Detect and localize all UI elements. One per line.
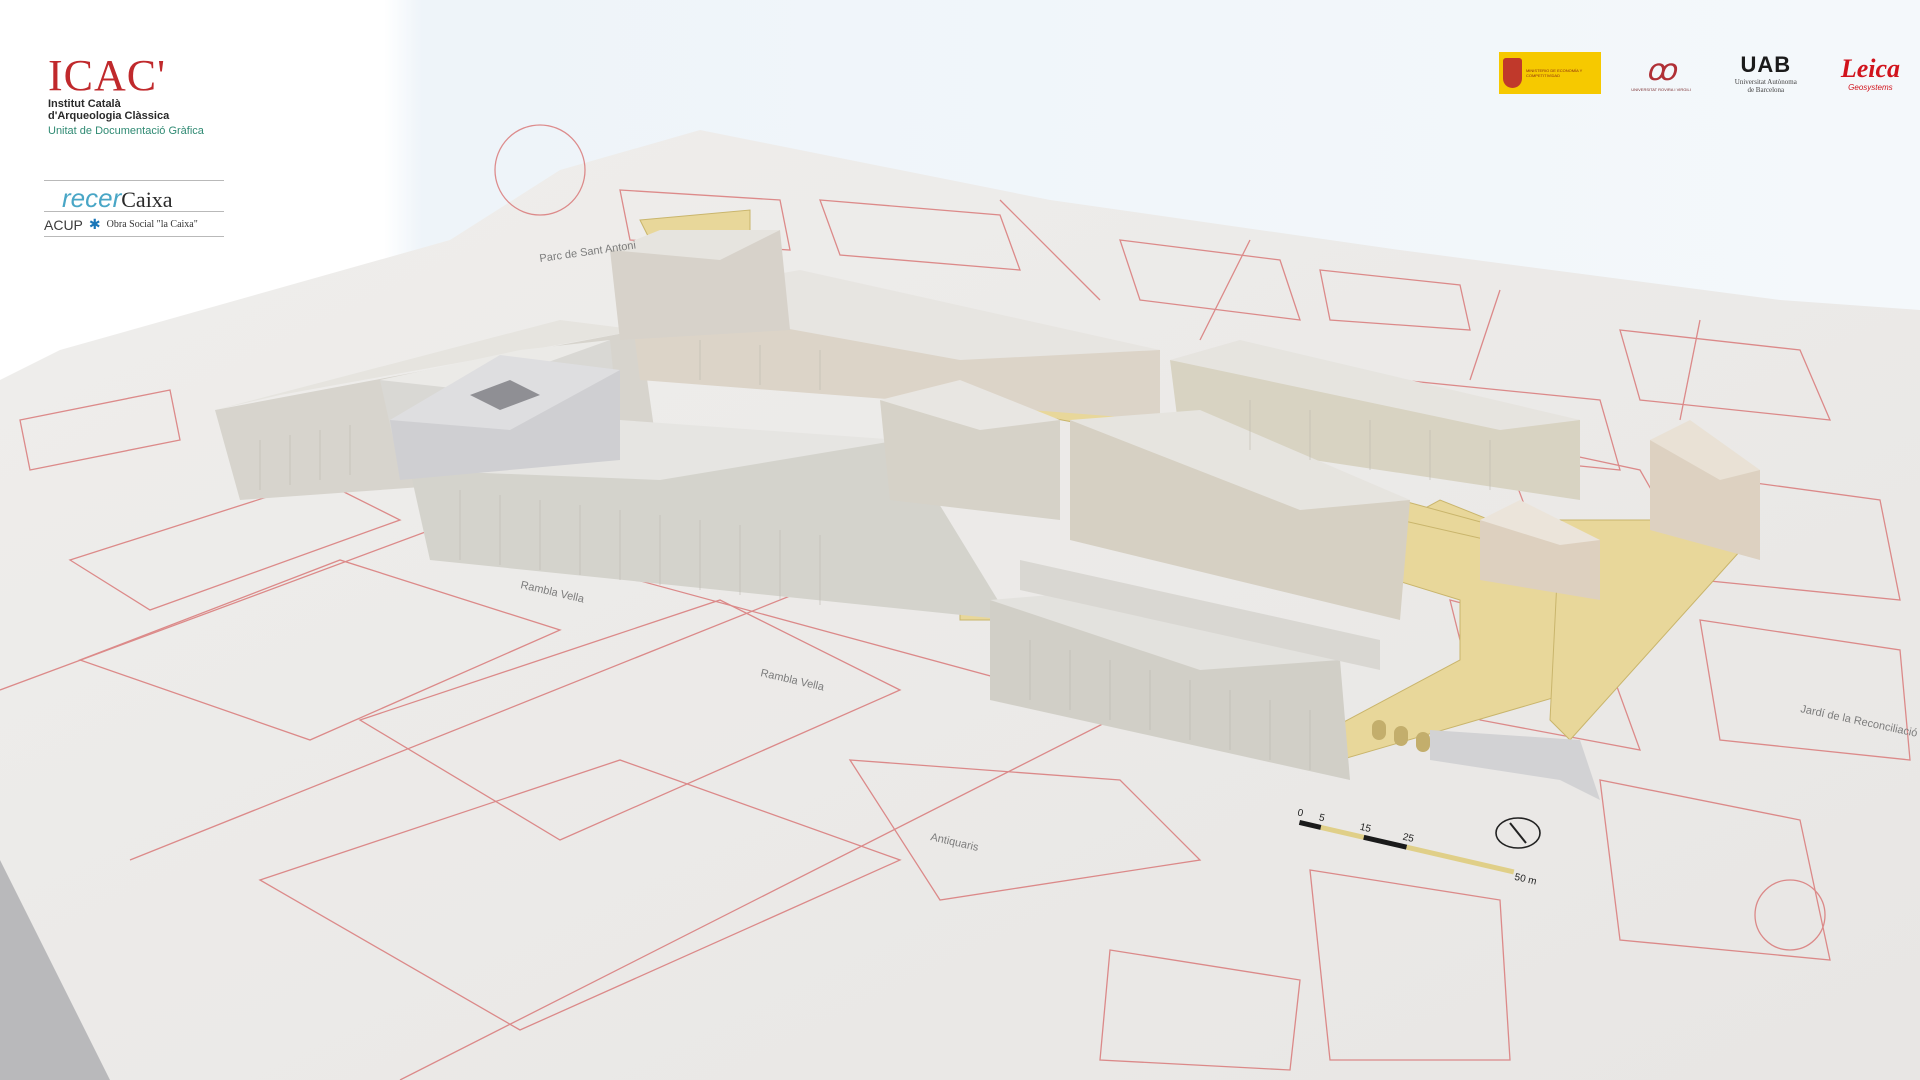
leica-sub: Geosystems xyxy=(1848,82,1893,92)
recercaixa-wordmark: recerCaixa xyxy=(44,180,224,213)
recercaixa-suffix: Caixa xyxy=(121,187,173,212)
uab-sub-1: Universitat Autònoma xyxy=(1734,78,1797,86)
urv-label: UNIVERSITAT ROVIRA I VIRGILI xyxy=(1631,86,1691,92)
leica-mark: Leica xyxy=(1840,53,1900,83)
sponsor-logos: MINISTERIO DE ECONOMÍA Y COMPETITIVIDAD … xyxy=(1499,52,1900,94)
ministry-label: MINISTERIO DE ECONOMÍA Y COMPETITIVIDAD xyxy=(1525,68,1583,78)
icac-name-line2: d'Arqueologia Clàssica xyxy=(48,110,170,122)
model-viewport[interactable]: Rambla Vella Rambla Vella Parc de Sant A… xyxy=(0,0,1920,1080)
spain-crest-icon xyxy=(1503,58,1522,88)
icac-mark: ICAC' xyxy=(48,51,167,100)
uab-sub-2: de Barcelona xyxy=(1747,86,1785,94)
urv-mark-icon: ꝏ xyxy=(1645,53,1677,87)
uab-mark: UAB xyxy=(1740,52,1792,77)
leica-logo: Leica Geosystems xyxy=(1840,53,1900,92)
obra-social-label: Obra Social "la Caixa" xyxy=(106,219,198,230)
icac-unit: Unitat de Documentació Gràfica xyxy=(48,125,204,137)
acup-logo: ACUP xyxy=(44,216,83,233)
acup-row: ACUP ✱ Obra Social "la Caixa" xyxy=(44,216,224,237)
caixa-star-icon: ✱ xyxy=(88,216,101,232)
uab-logo: UAB Universitat Autònoma de Barcelona xyxy=(1721,52,1811,94)
recercaixa-prefix: recer xyxy=(62,183,122,213)
icac-logo: ICAC' Institut Català d'Arqueologia Clàs… xyxy=(48,51,248,138)
urv-logo: ꝏ UNIVERSITAT ROVIRA I VIRGILI xyxy=(1631,53,1691,92)
ministry-logo: MINISTERIO DE ECONOMÍA Y COMPETITIVIDAD xyxy=(1499,52,1602,94)
recercaixa-logo: recerCaixa ACUP ✱ Obra Social "la Caixa" xyxy=(44,180,224,237)
